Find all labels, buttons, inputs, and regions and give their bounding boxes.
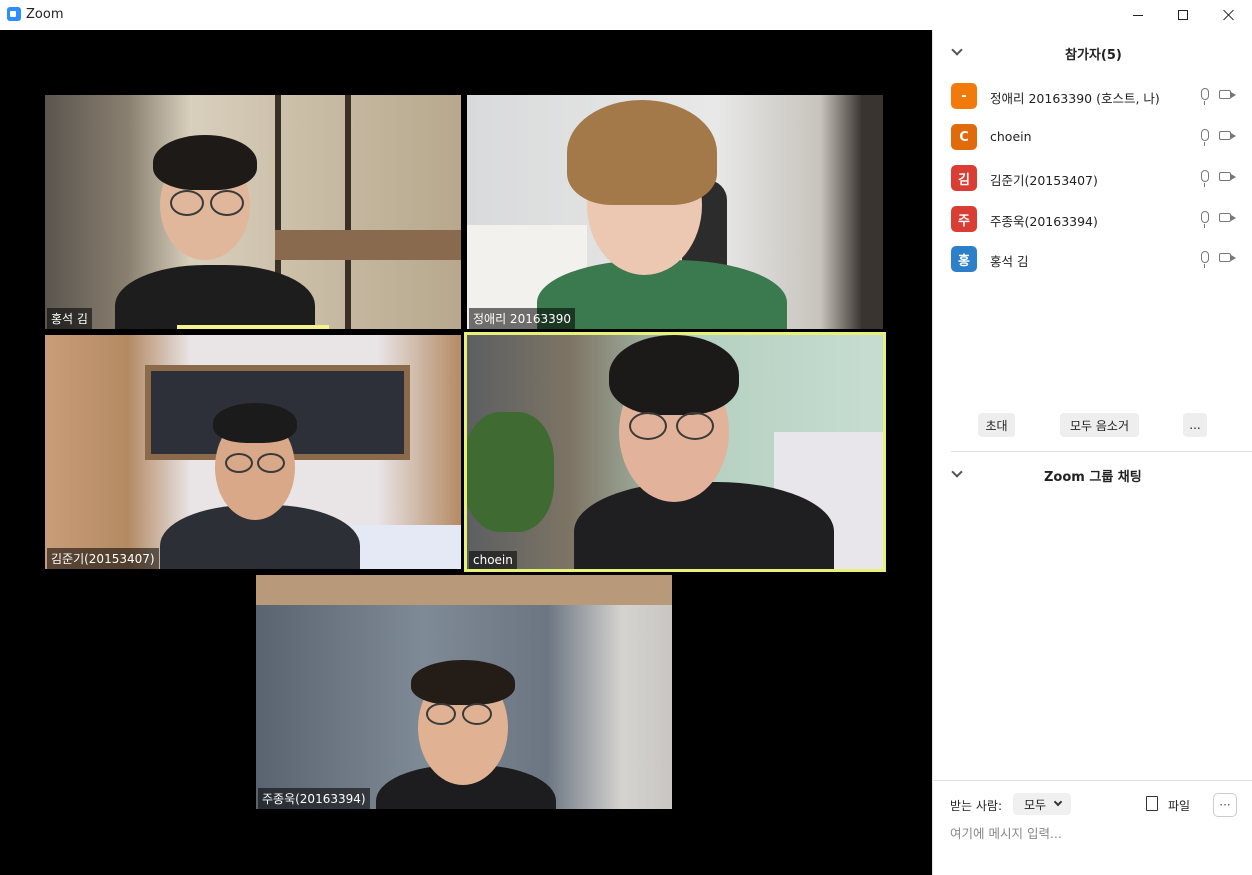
tile-name-label: 주종욱(20163394) [258, 788, 370, 809]
video-tile-jungaeri[interactable]: 정애리 20163390 [467, 95, 883, 329]
maximize-button[interactable] [1160, 0, 1206, 30]
close-icon [1223, 9, 1235, 21]
microphone-icon[interactable] [1201, 251, 1209, 268]
avatar: 주 [951, 206, 977, 232]
participant-row[interactable]: C choein [933, 116, 1252, 156]
file-button[interactable]: 파일 [1168, 797, 1190, 814]
audio-level-bar [177, 325, 329, 329]
file-icon[interactable] [1146, 796, 1158, 811]
participant-row[interactable]: 김 김준기(20153407) [933, 157, 1252, 197]
video-camera-icon[interactable] [1219, 131, 1236, 140]
video-tile-jujongwook[interactable]: 주종욱(20163394) [256, 575, 672, 809]
more-options-button[interactable]: ... [1183, 413, 1207, 437]
window-title: Zoom [26, 7, 64, 22]
tile-name-label: 홍석 김 [47, 308, 92, 329]
video-tile-kimjungi[interactable]: 김준기(20153407) [45, 335, 461, 569]
video-camera-icon[interactable] [1219, 253, 1236, 262]
side-panel: 참가자(5) - 정애리 20163390 (호스트, 나) C choein … [932, 30, 1252, 875]
participant-row[interactable]: 주 주종욱(20163394) [933, 198, 1252, 238]
avatar: C [951, 124, 977, 150]
chevron-down-icon [1053, 797, 1063, 807]
video-tile-hongseok[interactable]: 홍석 김 [45, 95, 461, 329]
video-camera-icon[interactable] [1219, 90, 1236, 99]
avatar: 홍 [951, 246, 977, 272]
title-bar: Zoom [0, 0, 1252, 30]
minimize-button[interactable] [1115, 0, 1161, 30]
participant-name: choein [990, 129, 1032, 144]
microphone-icon[interactable] [1201, 88, 1209, 105]
participant-name: 주종욱(20163394) [990, 214, 1098, 229]
video-tile-choein[interactable]: choein [464, 332, 886, 572]
participant-row[interactable]: - 정애리 20163390 (호스트, 나) [933, 75, 1252, 115]
participant-name: 김준기(20153407) [990, 173, 1098, 188]
tile-name-label: choein [469, 551, 517, 569]
invite-button[interactable]: 초대 [978, 413, 1015, 437]
video-camera-icon[interactable] [1219, 172, 1236, 181]
recipient-value: 모두 [1024, 797, 1047, 812]
video-gallery: 홍석 김 정애리 20163390 김준기(20153407) choein 주… [0, 30, 932, 875]
tile-name-label: 김준기(20153407) [47, 548, 159, 569]
microphone-icon[interactable] [1201, 129, 1209, 146]
participant-row[interactable]: 홍 홍석 김 [933, 238, 1252, 278]
collapse-chat-chevron-icon[interactable] [951, 466, 963, 478]
divider [951, 451, 1252, 452]
recipient-label: 받는 사람: [950, 799, 1003, 813]
mute-all-button[interactable]: 모두 음소거 [1060, 413, 1139, 437]
recipient-dropdown[interactable]: 모두 [1013, 793, 1071, 815]
minimize-icon [1133, 14, 1143, 16]
collapse-participants-chevron-icon[interactable] [951, 44, 963, 56]
participant-name: 홍석 김 [990, 254, 1029, 269]
microphone-icon[interactable] [1201, 170, 1209, 187]
chat-title: Zoom 그룹 채팅 [1044, 470, 1142, 485]
zoom-app-icon [7, 7, 21, 21]
avatar: 김 [951, 165, 977, 191]
participants-title: 참가자(5) [1065, 48, 1122, 63]
avatar: - [951, 83, 977, 109]
maximize-icon [1178, 10, 1188, 20]
message-input[interactable]: 여기에 메시지 입력... [950, 823, 1062, 842]
chat-composer: 받는 사람: 모두 파일 ··· 여기에 메시지 입력... [933, 780, 1252, 875]
participant-name: 정애리 20163390 (호스트, 나) [990, 91, 1160, 106]
chat-more-button[interactable]: ··· [1213, 793, 1237, 817]
tile-name-label: 정애리 20163390 [469, 308, 576, 329]
microphone-icon[interactable] [1201, 211, 1209, 228]
close-button[interactable] [1206, 0, 1252, 30]
video-camera-icon[interactable] [1219, 213, 1236, 222]
